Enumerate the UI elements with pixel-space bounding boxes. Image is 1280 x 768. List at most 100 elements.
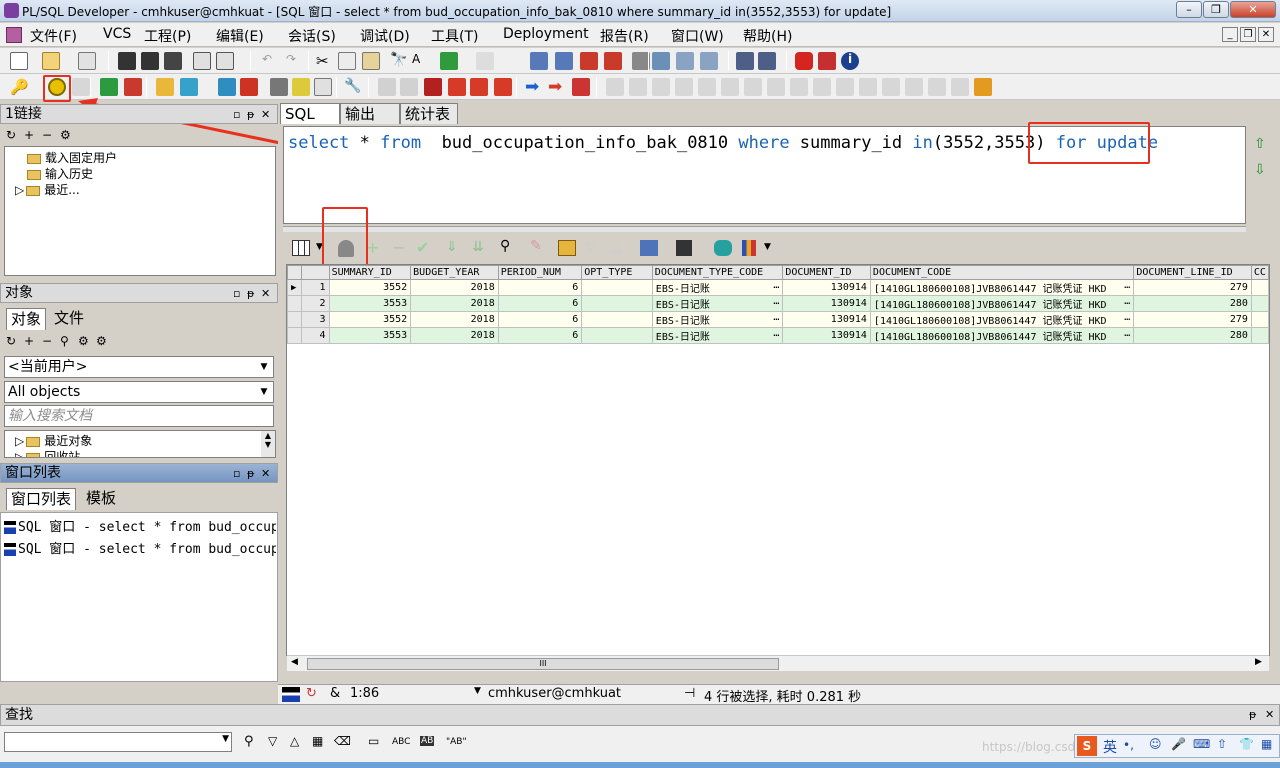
cell[interactable]: EBS-日记账… — [651, 295, 784, 312]
menu-edit[interactable]: 编辑(E) — [216, 26, 264, 46]
cell[interactable] — [1250, 279, 1270, 296]
sort-icon[interactable]: △ — [612, 240, 621, 254]
cell[interactable] — [581, 327, 653, 344]
connection-dropdown-icon[interactable]: ▼ — [474, 686, 481, 696]
find-icon[interactable]: 🔭 — [390, 52, 408, 70]
cell[interactable]: [1410GL180600108]JVB8061447 记账凭证 HKD… — [869, 295, 1135, 312]
cell[interactable]: [1410GL180600108]JVB8061447 记账凭证 HKD… — [869, 279, 1135, 296]
uppercase-icon[interactable] — [580, 52, 598, 70]
replace-icon[interactable]: A — [412, 52, 430, 70]
shirt-icon[interactable]: 👕 — [1239, 737, 1254, 751]
clear-breakpoints-icon[interactable] — [400, 78, 418, 96]
cell[interactable]: 130914 — [782, 295, 871, 312]
tab-sql[interactable]: SQL — [280, 103, 340, 125]
cell[interactable]: 2018 — [410, 279, 499, 296]
keyboard-icon[interactable]: ⌨ — [1193, 737, 1210, 751]
find-icon[interactable]: ⚲ — [60, 334, 69, 348]
panel-close-icon[interactable]: ✕ — [261, 285, 270, 303]
notes-icon[interactable] — [292, 78, 310, 96]
cascade-icon[interactable] — [736, 52, 754, 70]
query-find-icon[interactable]: ⚲ — [500, 238, 510, 254]
toggle-breakpoint-icon[interactable] — [378, 78, 396, 96]
reopen-icon[interactable] — [78, 52, 96, 70]
query-by-example-icon[interactable]: ▽ — [586, 240, 595, 254]
column-header[interactable]: OPT_TYPE — [581, 265, 653, 280]
panel-pin-icon[interactable]: ᵽ — [247, 285, 254, 303]
find-binoculars-icon[interactable]: ⚲ — [244, 734, 254, 749]
highlight-icon[interactable]: ▦ — [312, 734, 323, 748]
cell[interactable]: 279 — [1133, 311, 1252, 328]
unindent-icon[interactable] — [555, 52, 573, 70]
cell[interactable]: 3552 — [328, 311, 412, 328]
remove-icon[interactable]: − — [42, 128, 52, 142]
tab-files[interactable]: 文件 — [50, 308, 88, 330]
menu-window[interactable]: 窗口(W) — [671, 26, 724, 46]
properties-icon[interactable]: ⚙ — [60, 128, 71, 142]
table-row[interactable]: ▶ 1 3552 2018 6 EBS-日记账… 130914 [1410GL1… — [287, 279, 1270, 296]
info-icon[interactable]: i — [841, 52, 859, 70]
print-preview-icon[interactable] — [216, 52, 234, 70]
menu-debug[interactable]: 调试(D) — [360, 26, 410, 46]
save-icon[interactable] — [118, 52, 136, 70]
panel-dock-icon[interactable]: ▫ — [233, 465, 240, 483]
table-row[interactable]: 2 3553 2018 6 EBS-日记账… 130914 [1410GL180… — [287, 295, 1270, 312]
cell[interactable] — [581, 311, 653, 328]
tab-output[interactable]: 输出 — [340, 103, 400, 125]
panel-dock-icon[interactable]: ▫ — [233, 106, 240, 124]
refresh-icon[interactable]: ↻ — [6, 334, 16, 348]
mdi-restore-button[interactable]: ❐ — [1240, 27, 1256, 42]
voice-icon[interactable]: 🎤 — [1171, 737, 1186, 751]
run-to-cursor-icon[interactable]: ➡ — [548, 78, 566, 96]
remove-icon[interactable]: − — [42, 334, 52, 348]
filter-icon[interactable]: ⚙ — [78, 334, 89, 348]
chevron-down-icon[interactable]: ▼ — [764, 242, 771, 252]
indent-icon[interactable] — [530, 52, 548, 70]
beautify-icon[interactable] — [676, 52, 694, 70]
menu-reports[interactable]: 报告(R) — [600, 26, 649, 46]
print-icon[interactable] — [193, 52, 211, 70]
cell[interactable] — [581, 279, 653, 296]
debug-p-icon[interactable] — [951, 78, 969, 96]
find-input[interactable]: ▼ — [4, 732, 232, 752]
menu-deployment[interactable]: Deployment — [503, 26, 589, 42]
toolbox-icon[interactable]: ▦ — [1261, 737, 1272, 751]
explain-plan-icon[interactable] — [652, 52, 670, 70]
horizontal-scrollbar[interactable]: ◀ III ▶ — [287, 655, 1269, 671]
debug-d-icon[interactable] — [675, 78, 693, 96]
tab-statistics[interactable]: 统计表 — [400, 103, 458, 125]
cell[interactable]: 6 — [497, 311, 583, 328]
cell[interactable]: 130914 — [782, 327, 871, 344]
cell[interactable]: 3552 — [328, 279, 412, 296]
debug-f-icon[interactable] — [721, 78, 739, 96]
selection-icon[interactable]: ▭ — [368, 734, 379, 748]
panel-pin-icon[interactable]: ᵽ — [1249, 705, 1256, 725]
panel-pin-icon[interactable]: ᵽ — [247, 106, 254, 124]
cell[interactable]: 3553 — [328, 327, 412, 344]
fetch-last-icon[interactable]: ⇊ — [472, 239, 484, 255]
debug-l-icon[interactable] — [859, 78, 877, 96]
eraser-icon[interactable]: ⌫ — [334, 734, 351, 748]
prev-arrow-icon[interactable]: ⇧ — [1254, 136, 1266, 152]
window-list-item[interactable]: SQL 窗口 - select * from bud_occupation_in… — [4, 538, 276, 558]
grid-view-icon[interactable] — [292, 240, 310, 256]
new-icon[interactable] — [10, 52, 28, 70]
debug-m-icon[interactable] — [882, 78, 900, 96]
splitter[interactable] — [283, 226, 1246, 232]
oracle-icon[interactable] — [795, 52, 813, 70]
panel-close-icon[interactable]: ✕ — [1265, 705, 1274, 725]
tree-item[interactable]: 输入历史 — [27, 165, 93, 181]
tree-item[interactable]: ▷ 最近... — [15, 181, 80, 197]
column-header[interactable]: DOCUMENT_LINE_ID — [1133, 265, 1252, 280]
import-icon[interactable] — [440, 52, 458, 70]
scrollbar[interactable]: ▲ ▼ — [261, 431, 275, 457]
scroll-left-icon[interactable]: ◀ — [291, 657, 298, 667]
cell[interactable]: [1410GL180600108]JVB8061447 记账凭证 HKD… — [869, 311, 1135, 328]
debug-c-icon[interactable] — [652, 78, 670, 96]
chevron-down-icon[interactable]: ▼ — [222, 734, 229, 744]
panel-close-icon[interactable]: ✕ — [261, 106, 270, 124]
cell[interactable] — [1250, 295, 1270, 312]
cut-icon[interactable]: ✂ — [316, 52, 334, 70]
cell[interactable]: [1410GL180600108]JVB8061447 记账凭证 HKD… — [869, 327, 1135, 344]
cell[interactable]: 130914 — [782, 311, 871, 328]
scroll-thumb[interactable]: III — [307, 658, 779, 670]
